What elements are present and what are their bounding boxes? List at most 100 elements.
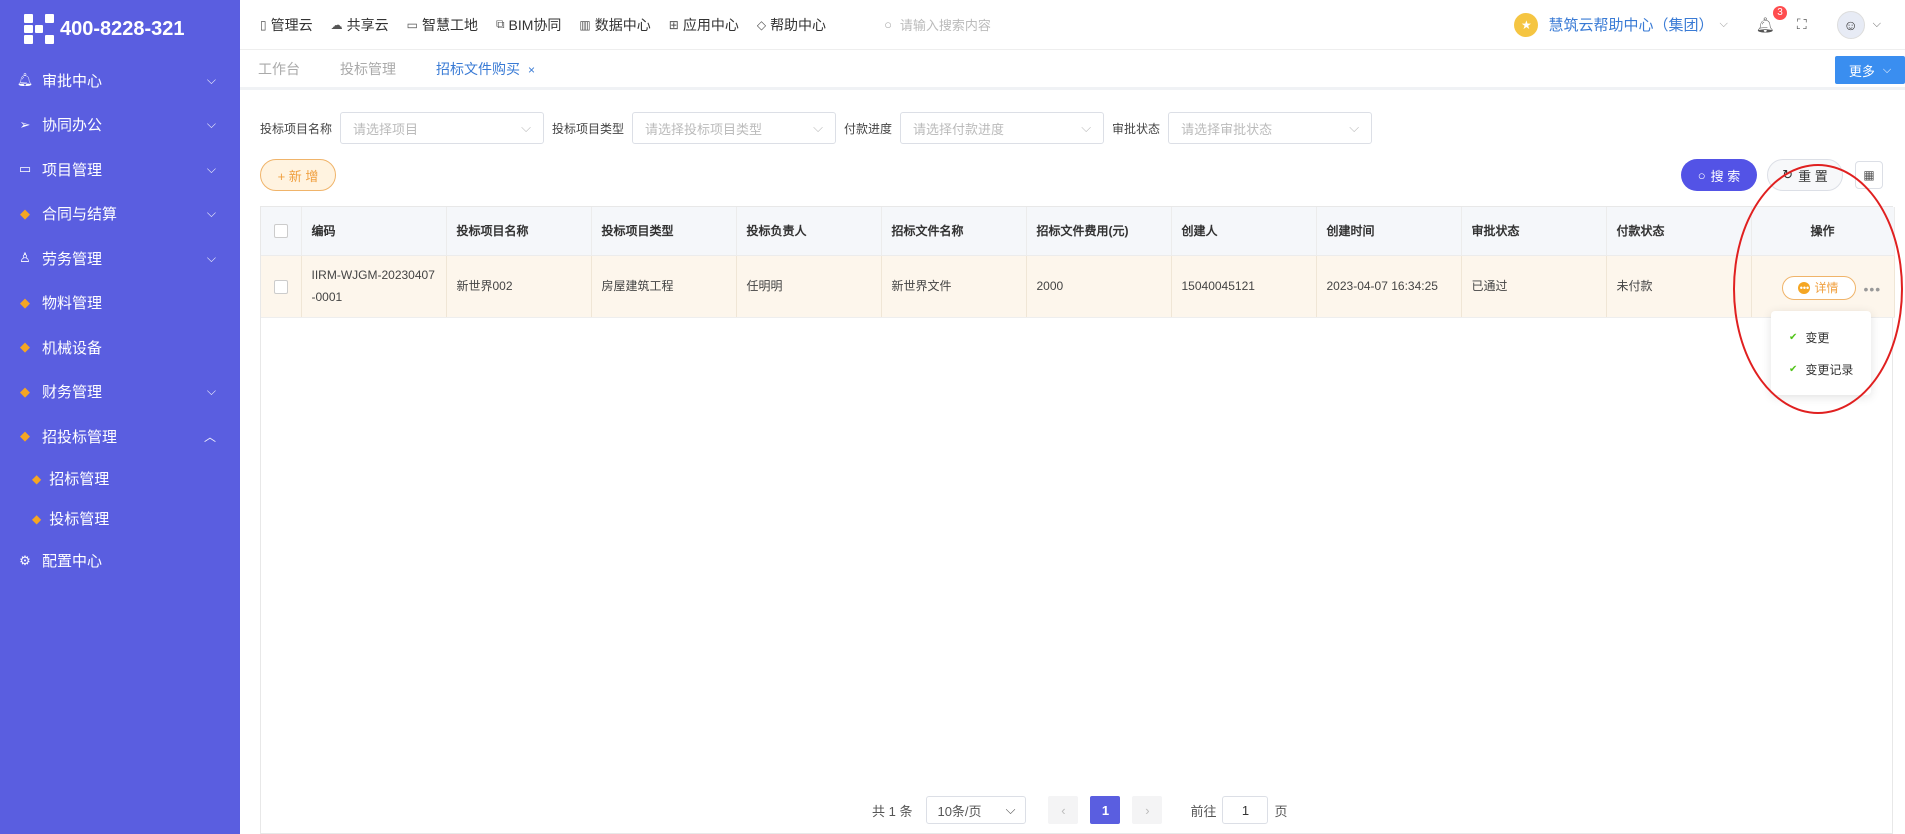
dropdown-item-change[interactable]: ✔ 变更 bbox=[1771, 321, 1871, 353]
fullscreen-icon[interactable]: ⛶ bbox=[1797, 16, 1807, 33]
doc-icon: ▯ bbox=[260, 17, 267, 32]
gem-icon: ◆ bbox=[20, 383, 30, 399]
sidebar-item-collab[interactable]: ➢ 协同办公 ⌵ bbox=[0, 103, 240, 148]
close-icon[interactable]: × bbox=[528, 63, 535, 77]
tab-bid-management[interactable]: 投标管理 bbox=[340, 59, 396, 79]
topnav-label: 管理云 bbox=[270, 16, 313, 33]
topnav-help[interactable]: ◇ 帮助中心 bbox=[757, 15, 826, 35]
brand-phone: 400-8228-321 bbox=[60, 17, 185, 40]
column-header: 审批状态 bbox=[1461, 207, 1607, 256]
column-settings-icon[interactable]: ▦ bbox=[1855, 161, 1883, 189]
select-placeholder: 请选择付款进度 bbox=[913, 121, 1005, 137]
chevron-down-icon[interactable]: ⌵ bbox=[1873, 18, 1881, 31]
chevron-down-icon: ⌵ bbox=[813, 120, 824, 135]
page-number[interactable]: 1 bbox=[1090, 796, 1121, 824]
sidebar-item-approval[interactable]: 🔔︎ 审批中心 ⌵ bbox=[0, 58, 240, 103]
topnav-label: 数据中心 bbox=[594, 16, 651, 33]
topnav-share[interactable]: ☁ 共享云 bbox=[331, 15, 389, 35]
tab-label: 工作台 bbox=[258, 60, 300, 77]
sidebar-item-contract[interactable]: ◆ 合同与结算 ⌵ bbox=[0, 192, 240, 237]
search-input[interactable]: 请输入搜索内容 bbox=[900, 15, 991, 34]
add-button[interactable]: + 新 增 bbox=[260, 159, 336, 191]
page-size-select[interactable]: 10条/页 ⌵ bbox=[926, 796, 1027, 824]
tab-label: 投标管理 bbox=[340, 60, 396, 77]
sidebar-item-label: 项目管理 bbox=[42, 161, 103, 179]
topnav-bim[interactable]: ⧉ BIM协同 bbox=[496, 15, 561, 35]
detail-label: 详情 bbox=[1814, 280, 1839, 295]
page-suffix: 页 bbox=[1274, 803, 1288, 819]
org-name: 慧筑云帮助中心（集团） bbox=[1548, 17, 1714, 34]
sidebar-item-config[interactable]: ⚙ 配置中心 bbox=[0, 539, 240, 584]
filter-bar: 投标项目名称 请选择项目 ⌵ 投标项目类型 请选择投标项目类型 ⌵ 付款进度 请选择… bbox=[260, 112, 1380, 144]
cell-owner: 任明明 bbox=[736, 255, 882, 318]
sidebar-subitem-bid[interactable]: ◆ 投标管理 bbox=[0, 499, 240, 539]
gem-icon: ◆ bbox=[20, 428, 30, 444]
approval-status-select[interactable]: 请选择审批状态 ⌵ bbox=[1168, 112, 1373, 144]
topnav-data[interactable]: ▥ 数据中心 bbox=[579, 15, 650, 35]
sidebar-item-label: 物料管理 bbox=[42, 295, 103, 313]
project-select[interactable]: 请选择项目 ⌵ bbox=[340, 112, 545, 144]
search-button[interactable]: ○ 搜 索 bbox=[1681, 159, 1757, 191]
actions-dropdown: ✔ 变更 ✔ 变更记录 bbox=[1771, 311, 1871, 395]
gem-icon: ◆ bbox=[20, 205, 30, 221]
dropdown-item-change-log[interactable]: ✔ 变更记录 bbox=[1771, 353, 1871, 385]
chevron-down-icon: ⌵ bbox=[1719, 18, 1728, 30]
reset-label: 重 置 bbox=[1798, 168, 1828, 184]
search-actions: ○ 搜 索 ↻ 重 置 ▦ bbox=[1681, 159, 1883, 191]
reset-button[interactable]: ↻ 重 置 bbox=[1767, 159, 1843, 191]
cell-type: 房屋建筑工程 bbox=[591, 255, 737, 318]
filter-label-approval: 审批状态 bbox=[1112, 121, 1161, 136]
detail-button[interactable]: ••• 详情 bbox=[1781, 275, 1856, 300]
chevron-down-icon: ⌵ bbox=[206, 117, 216, 132]
chevron-down-icon: ⌵ bbox=[206, 161, 216, 176]
row-checkbox[interactable] bbox=[261, 255, 302, 318]
topnav-label: BIM协同 bbox=[508, 16, 562, 33]
sidebar-item-label: 审批中心 bbox=[42, 72, 103, 90]
topnav-site[interactable]: ▭ 智慧工地 bbox=[407, 15, 478, 35]
more-button[interactable]: 更多 ⌵ bbox=[1835, 56, 1905, 84]
more-actions-icon[interactable]: ••• bbox=[1864, 278, 1882, 300]
diamond-icon: ◇ bbox=[756, 17, 767, 32]
cube-icon: ⧉ bbox=[495, 17, 505, 31]
table-row[interactable]: IIRM-WJGM-20230407-0001 新世界002 房屋建筑工程 任明… bbox=[261, 255, 1895, 318]
sidebar-item-label: 招投标管理 bbox=[42, 428, 118, 446]
prev-page-button[interactable]: ‹ bbox=[1048, 796, 1079, 824]
payment-progress-select[interactable]: 请选择付款进度 ⌵ bbox=[900, 112, 1105, 144]
org-switcher[interactable]: ★ 慧筑云帮助中心（集团） ⌵ bbox=[1514, 12, 1728, 37]
avatar[interactable]: ☺ bbox=[1836, 10, 1865, 39]
book-icon: ▭ bbox=[18, 161, 32, 177]
refresh-icon: ↻ bbox=[1782, 167, 1794, 182]
select-placeholder: 请选择审批状态 bbox=[1181, 121, 1273, 137]
page-tabs: 工作台 投标管理 招标文件购买 × 更多 ⌵ bbox=[240, 50, 1905, 90]
topnav-label: 智慧工地 bbox=[421, 16, 478, 33]
sidebar-subitem-label: 投标管理 bbox=[49, 511, 110, 528]
select-all-checkbox[interactable] bbox=[261, 207, 302, 256]
goto-page-input[interactable] bbox=[1222, 796, 1269, 824]
cell-fee: 2000 bbox=[1026, 255, 1172, 318]
sidebar-item-project[interactable]: ▭ 项目管理 ⌵ bbox=[0, 147, 240, 192]
topnav-manage[interactable]: ▯ 管理云 bbox=[260, 15, 313, 35]
sidebar-subitem-tender[interactable]: ◆ 招标管理 bbox=[0, 459, 240, 499]
bar-chart-icon: ▥ bbox=[579, 17, 591, 32]
sidebar-item-bidding[interactable]: ◆ 招投标管理 ︿ bbox=[0, 414, 240, 459]
cell-file-name: 新世界文件 bbox=[881, 255, 1027, 318]
global-search[interactable]: ○ 请输入搜索内容 bbox=[884, 15, 1184, 34]
sidebar-item-label: 机械设备 bbox=[42, 339, 103, 357]
sidebar-item-labor[interactable]: ♙ 劳务管理 ⌵ bbox=[0, 236, 240, 281]
tab-workbench[interactable]: 工作台 bbox=[258, 59, 300, 79]
filter-label-payment: 付款进度 bbox=[844, 121, 893, 136]
org-logo-icon: ★ bbox=[1514, 12, 1539, 37]
column-header: 招标文件名称 bbox=[881, 207, 1027, 256]
notification-bell[interactable]: 🔔︎ 3 bbox=[1755, 5, 1787, 34]
logo-mark-icon bbox=[24, 14, 54, 44]
chevron-up-icon: ︿ bbox=[203, 429, 216, 444]
sidebar-item-finance[interactable]: ◆ 财务管理 ⌵ bbox=[0, 370, 240, 415]
select-placeholder: 请选择项目 bbox=[353, 121, 419, 137]
project-type-select[interactable]: 请选择投标项目类型 ⌵ bbox=[632, 112, 837, 144]
sidebar-item-material[interactable]: ◆ 物料管理 bbox=[0, 281, 240, 326]
tab-tender-purchase[interactable]: 招标文件购买 × bbox=[436, 59, 535, 79]
sidebar-item-machine[interactable]: ◆ 机械设备 bbox=[0, 325, 240, 370]
next-page-button[interactable]: › bbox=[1132, 796, 1163, 824]
topnav-apps[interactable]: ⊞ 应用中心 bbox=[669, 15, 739, 35]
bell-icon: 🔔︎ bbox=[1755, 16, 1775, 34]
